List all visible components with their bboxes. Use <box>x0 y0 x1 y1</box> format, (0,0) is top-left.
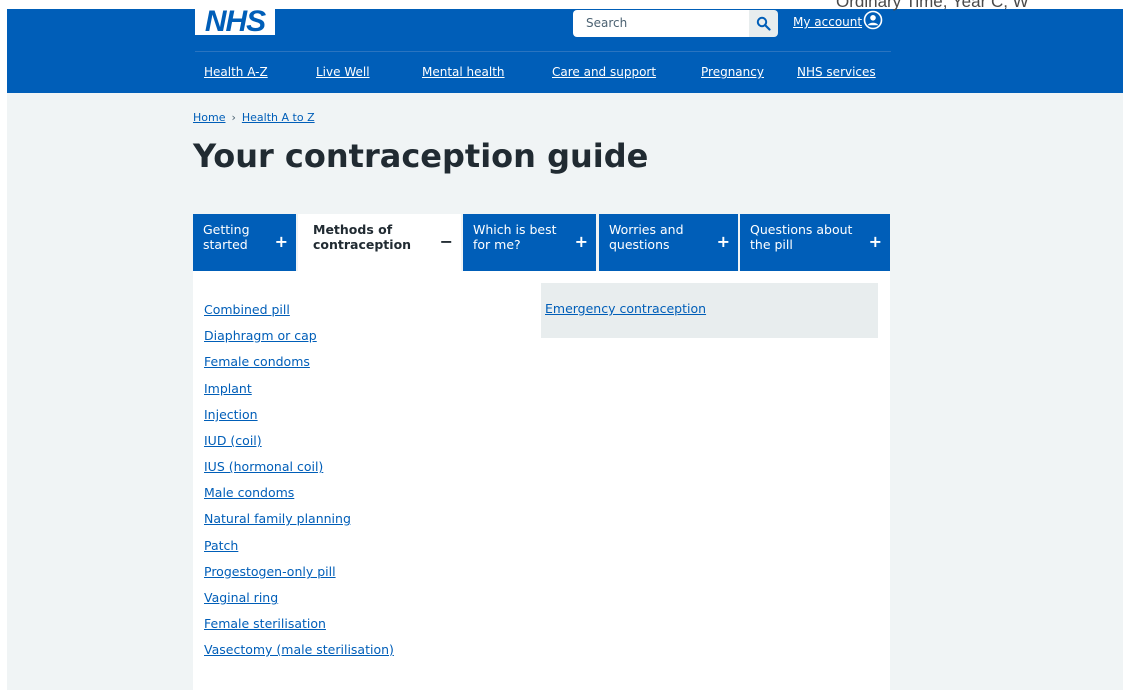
method-link-patch[interactable]: Patch <box>204 538 238 553</box>
method-link-injection[interactable]: Injection <box>204 407 258 422</box>
method-link-female-condoms[interactable]: Female condoms <box>204 354 310 369</box>
method-link-combined-pill[interactable]: Combined pill <box>204 302 290 317</box>
nav-nhs-services[interactable]: NHS services <box>797 65 876 79</box>
nav-mental-health[interactable]: Mental health <box>422 65 505 79</box>
method-link-vaginal-ring[interactable]: Vaginal ring <box>204 590 278 605</box>
account-icon[interactable] <box>863 10 883 30</box>
plus-icon: + <box>574 232 588 251</box>
tab-label: Worries and questions <box>609 222 684 252</box>
plus-icon: + <box>274 232 288 251</box>
tab-label: Which is best for me? <box>473 222 557 252</box>
nav-health-a-z[interactable]: Health A-Z <box>204 65 268 79</box>
breadcrumb-home[interactable]: Home <box>193 111 225 124</box>
method-link-vasectomy[interactable]: Vasectomy (male sterilisation) <box>204 642 394 657</box>
minus-icon: − <box>439 232 453 251</box>
overlay-caption-text: Ordinary Time, Year C, W <box>836 0 1029 11</box>
plus-icon: + <box>716 232 730 251</box>
breadcrumb-separator: › <box>231 111 236 124</box>
emergency-contraception-link[interactable]: Emergency contraception <box>545 301 706 316</box>
my-account-link[interactable]: My account <box>793 15 862 29</box>
search-input[interactable]: Search <box>573 10 749 37</box>
tab-which-is-best-for-me[interactable]: Which is best for me? + <box>463 214 596 271</box>
site-header: NHS Search My account Health A-Z Live We… <box>7 9 1123 93</box>
emergency-contraception-box: Emergency contraception <box>541 283 878 338</box>
method-link-male-condoms[interactable]: Male condoms <box>204 485 294 500</box>
nav-care-and-support[interactable]: Care and support <box>552 65 656 79</box>
breadcrumb: Home › Health A to Z <box>193 111 315 124</box>
header-divider <box>195 51 891 52</box>
browser-page: NHS Search My account Health A-Z Live We… <box>7 9 1123 690</box>
method-link-female-sterilisation[interactable]: Female sterilisation <box>204 616 326 631</box>
method-link-natural-family-planning[interactable]: Natural family planning <box>204 511 351 526</box>
tab-panel-methods: Combined pill Diaphragm or cap Female co… <box>193 271 890 690</box>
method-link-ius-hormonal-coil[interactable]: IUS (hormonal coil) <box>204 459 323 474</box>
page-title: Your contraception guide <box>193 137 649 175</box>
tab-label: Methods of contraception <box>313 222 412 252</box>
tab-getting-started[interactable]: Getting started + <box>193 214 296 271</box>
method-link-diaphragm-or-cap[interactable]: Diaphragm or cap <box>204 328 317 343</box>
search-button[interactable] <box>749 10 778 37</box>
search-icon <box>756 16 771 31</box>
tab-worries-and-questions[interactable]: Worries and questions + <box>599 214 738 271</box>
method-link-progestogen-only-pill[interactable]: Progestogen-only pill <box>204 564 336 579</box>
method-link-iud-coil[interactable]: IUD (coil) <box>204 433 262 448</box>
tab-label: Questions about the pill <box>750 222 853 252</box>
breadcrumb-health-a-to-z[interactable]: Health A to Z <box>242 111 315 124</box>
plus-icon: + <box>868 232 882 251</box>
nav-pregnancy[interactable]: Pregnancy <box>701 65 764 79</box>
tab-questions-about-the-pill[interactable]: Questions about the pill + <box>740 214 890 271</box>
nhs-logo[interactable]: NHS <box>195 9 275 35</box>
method-link-implant[interactable]: Implant <box>204 381 252 396</box>
tab-label: Getting started <box>203 222 250 252</box>
tab-methods-of-contraception[interactable]: Methods of contraception − <box>298 214 461 276</box>
nav-live-well[interactable]: Live Well <box>316 65 370 79</box>
